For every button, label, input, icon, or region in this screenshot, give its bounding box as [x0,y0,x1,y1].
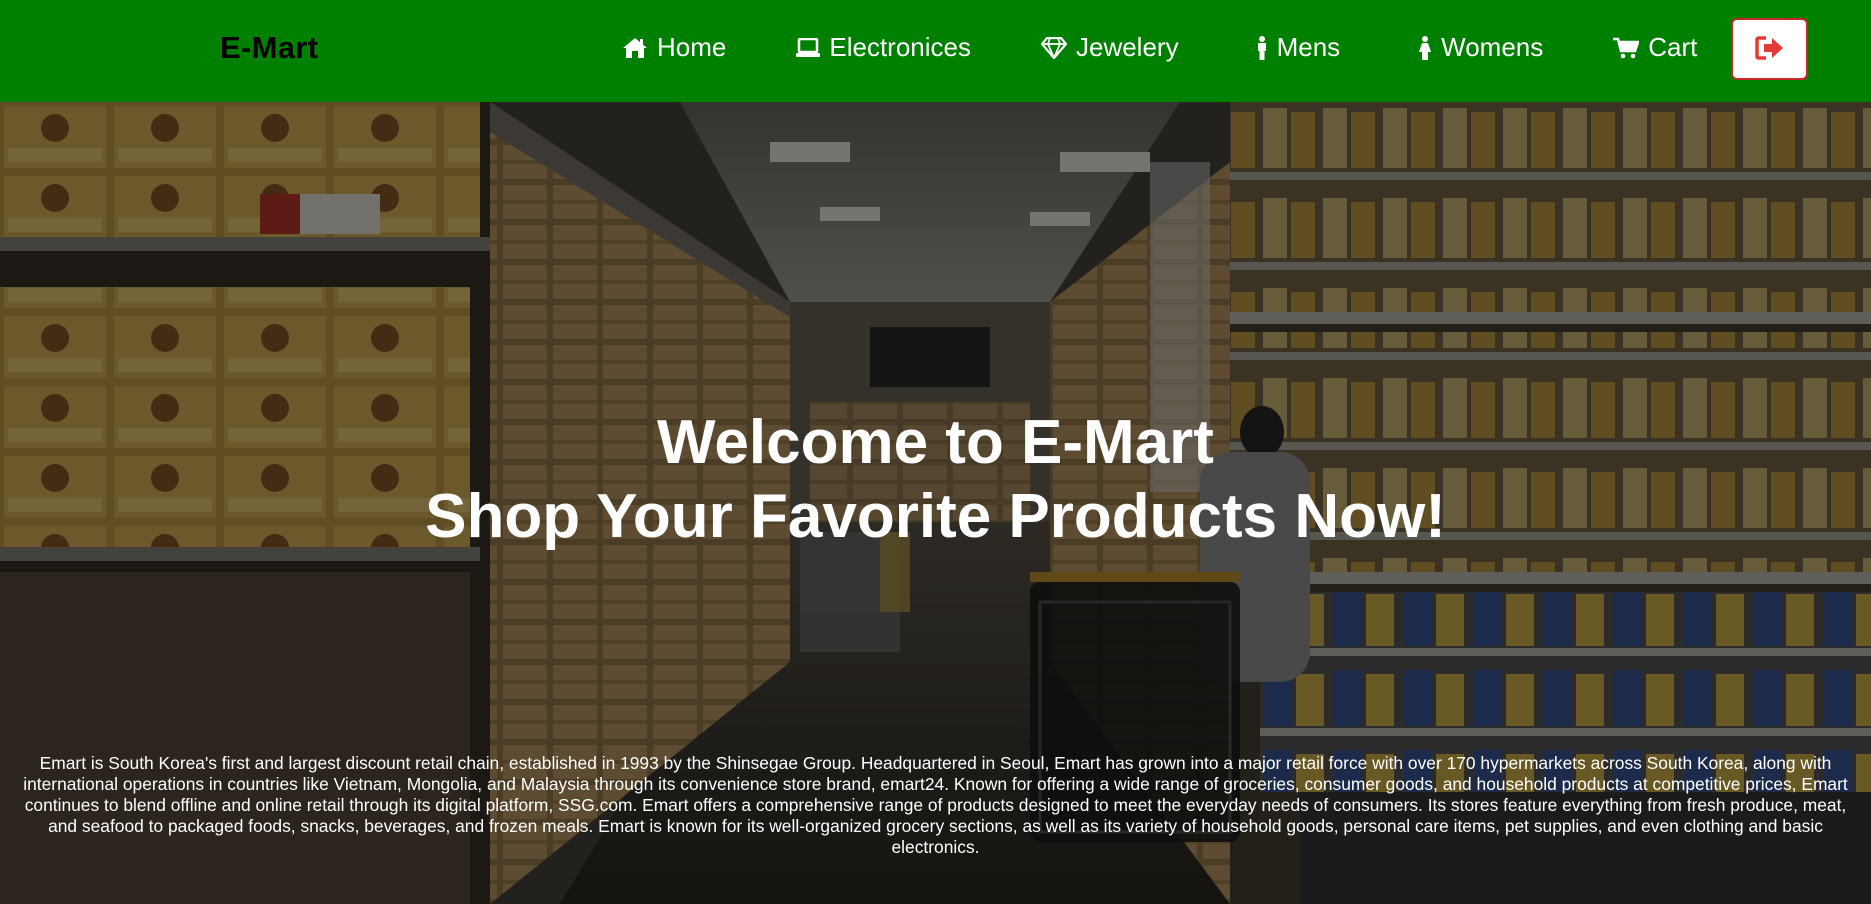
hero-description: Emart is South Korea's first and largest… [23,753,1848,857]
male-icon [1256,35,1268,60]
nav-item-label: Jewelery [1075,32,1179,62]
diamond-icon [1040,36,1067,59]
nav-menu: Home Electronices Jewelery Mens Womens C… [622,32,1697,63]
nav-item-label: Electronices [829,32,971,62]
hero-title: Welcome to E-Mart Shop Your Favorite Pro… [0,406,1871,554]
home-icon [622,37,648,59]
brand-logo-text[interactable]: E-Mart [220,30,318,66]
nav-item-label: Mens [1276,32,1341,62]
nav-item-home[interactable]: Home [622,32,726,63]
hero-title-line-1: Welcome to E-Mart [657,408,1214,477]
nav-item-label: Cart [1648,32,1698,62]
nav-item-label: Womens [1441,32,1544,62]
nav-item-electronics[interactable]: Electronices [796,32,971,63]
nav-item-womens[interactable]: Womens [1418,32,1543,63]
hero-title-line-2: Shop Your Favorite Products Now! [425,482,1446,551]
nav-item-label: Home [657,32,727,62]
top-navbar: E-Mart Home Electronices Jewelery Mens W… [0,0,1871,102]
female-icon [1418,35,1432,60]
logout-button[interactable] [1731,18,1808,80]
nav-item-jewelery[interactable]: Jewelery [1040,32,1179,63]
laptop-icon [796,37,821,58]
hero-section: Welcome to E-Mart Shop Your Favorite Pro… [0,102,1871,904]
nav-item-cart[interactable]: Cart [1613,32,1697,63]
cart-icon [1613,37,1640,59]
nav-item-mens[interactable]: Mens [1256,32,1341,63]
sign-out-icon [1754,35,1785,64]
